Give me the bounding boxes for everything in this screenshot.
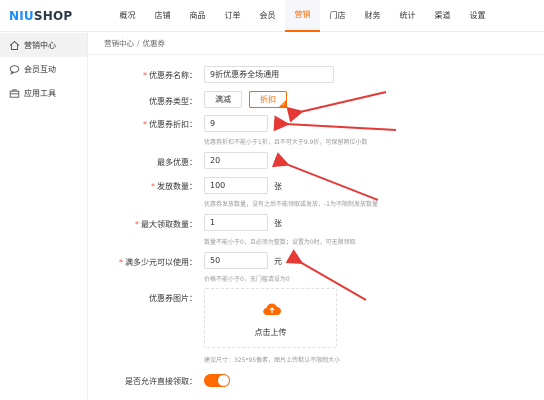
arrow-to-discount-type <box>286 91 387 123</box>
arrow-to-max-discount <box>271 152 379 201</box>
sidebar: 营销中心 会员互动 应用工具 <box>0 32 88 400</box>
top-nav: 概况 店铺 商品 订单 会员 营销 门店 财务 统计 渠道 设置 <box>110 0 495 32</box>
coupon-type-discount-label: 折扣 <box>260 95 276 104</box>
issue-quantity-label: * 发放数量： <box>151 182 197 191</box>
top-bar: NIUSHOP 概况 店铺 商品 订单 会员 营销 门店 财务 统计 渠道 设置 <box>0 0 544 32</box>
upload-cloud-icon <box>262 301 282 319</box>
top-nav-goods[interactable]: 商品 <box>180 0 215 32</box>
top-nav-overview[interactable]: 概况 <box>110 0 145 32</box>
max-discount-input[interactable]: 20 <box>204 152 268 169</box>
top-nav-stores[interactable]: 门店 <box>320 0 355 32</box>
coupon-type-discount[interactable]: 折扣 ✓ <box>249 91 287 108</box>
threshold-input[interactable]: 50 <box>204 252 268 269</box>
toggle-knob <box>218 375 229 386</box>
logo-part2: SHOP <box>33 9 73 23</box>
logo-part1: NIU <box>9 9 34 23</box>
sidebar-item-member-interaction[interactable]: 会员互动 <box>0 57 87 81</box>
breadcrumb-parent[interactable]: 营销中心 <box>104 39 134 48</box>
coupon-name-input[interactable]: 9折优惠券全场通用 <box>204 66 334 83</box>
breadcrumb-divider <box>88 54 544 55</box>
toolbox-icon <box>9 88 20 99</box>
breadcrumb-current: 优惠券 <box>142 39 166 48</box>
max-claim-input[interactable]: 1 <box>204 214 268 231</box>
discount-label: * 优惠券折扣： <box>143 120 197 129</box>
top-nav-settings[interactable]: 设置 <box>460 0 495 32</box>
direct-claim-toggle[interactable] <box>204 374 230 387</box>
max-discount-unit: 元 <box>274 157 282 166</box>
discount-unit: 折 <box>274 120 282 129</box>
breadcrumb-separator: / <box>137 39 140 48</box>
home-icon <box>9 40 20 51</box>
coupon-type-full-reduction[interactable]: 满减 <box>204 91 242 108</box>
arrow-to-discount-unit <box>273 115 397 132</box>
issue-quantity-hint: 优惠券发放数量，没有之后不能领取或发放，-1为不限制发放数量 <box>204 201 378 208</box>
image-upload-area[interactable]: 点击上传 <box>204 288 337 348</box>
top-nav-members[interactable]: 会员 <box>250 0 285 32</box>
sidebar-item-label: 营销中心 <box>24 40 56 50</box>
threshold-unit: 元 <box>274 257 282 266</box>
threshold-label: * 满多少元可以使用： <box>119 258 197 267</box>
top-nav-stats[interactable]: 统计 <box>390 0 425 32</box>
sidebar-item-label: 会员互动 <box>24 64 56 74</box>
chat-icon <box>9 64 20 75</box>
coupon-name-label: * 优惠券名称： <box>143 71 197 80</box>
coupon-type-label: 优惠券类型： <box>149 97 197 106</box>
top-nav-finance[interactable]: 财务 <box>355 0 390 32</box>
image-size-hint: 建议尺寸：325*95像素，图片上传默认不限制大小 <box>204 357 341 364</box>
discount-hint: 优惠券折扣不能小于1折，且不可大于9.9折，可保留两位小数 <box>204 139 368 146</box>
sidebar-item-marketing-center[interactable]: 营销中心 <box>0 33 87 57</box>
direct-claim-label: 是否允许直接领取： <box>125 377 197 386</box>
top-nav-shop[interactable]: 店铺 <box>145 0 180 32</box>
coupon-image-label: 优惠券图片： <box>149 294 197 303</box>
upload-label: 点击上传 <box>254 328 287 337</box>
max-discount-label: 最多优惠： <box>157 158 197 167</box>
threshold-hint: 价格不能小于0，无门槛请设为0 <box>204 276 290 283</box>
logo[interactable]: NIUSHOP <box>9 9 72 23</box>
breadcrumb: 营销中心 / 优惠券 <box>104 38 165 49</box>
top-nav-orders[interactable]: 订单 <box>215 0 250 32</box>
sidebar-item-app-tools[interactable]: 应用工具 <box>0 81 87 105</box>
discount-input[interactable]: 9 <box>204 115 268 132</box>
max-claim-label: * 最大领取数量： <box>135 220 197 229</box>
top-nav-marketing[interactable]: 营销 <box>285 0 320 32</box>
max-claim-unit: 张 <box>274 219 282 228</box>
sidebar-item-label: 应用工具 <box>24 88 56 98</box>
issue-quantity-input[interactable]: 100 <box>204 177 268 194</box>
top-nav-channels[interactable]: 渠道 <box>425 0 460 32</box>
max-claim-hint: 数量不能小于0，且必须为整数；设置为0时，可无限领取 <box>204 239 356 246</box>
check-icon: ✓ <box>281 102 286 108</box>
issue-quantity-unit: 张 <box>274 182 282 191</box>
